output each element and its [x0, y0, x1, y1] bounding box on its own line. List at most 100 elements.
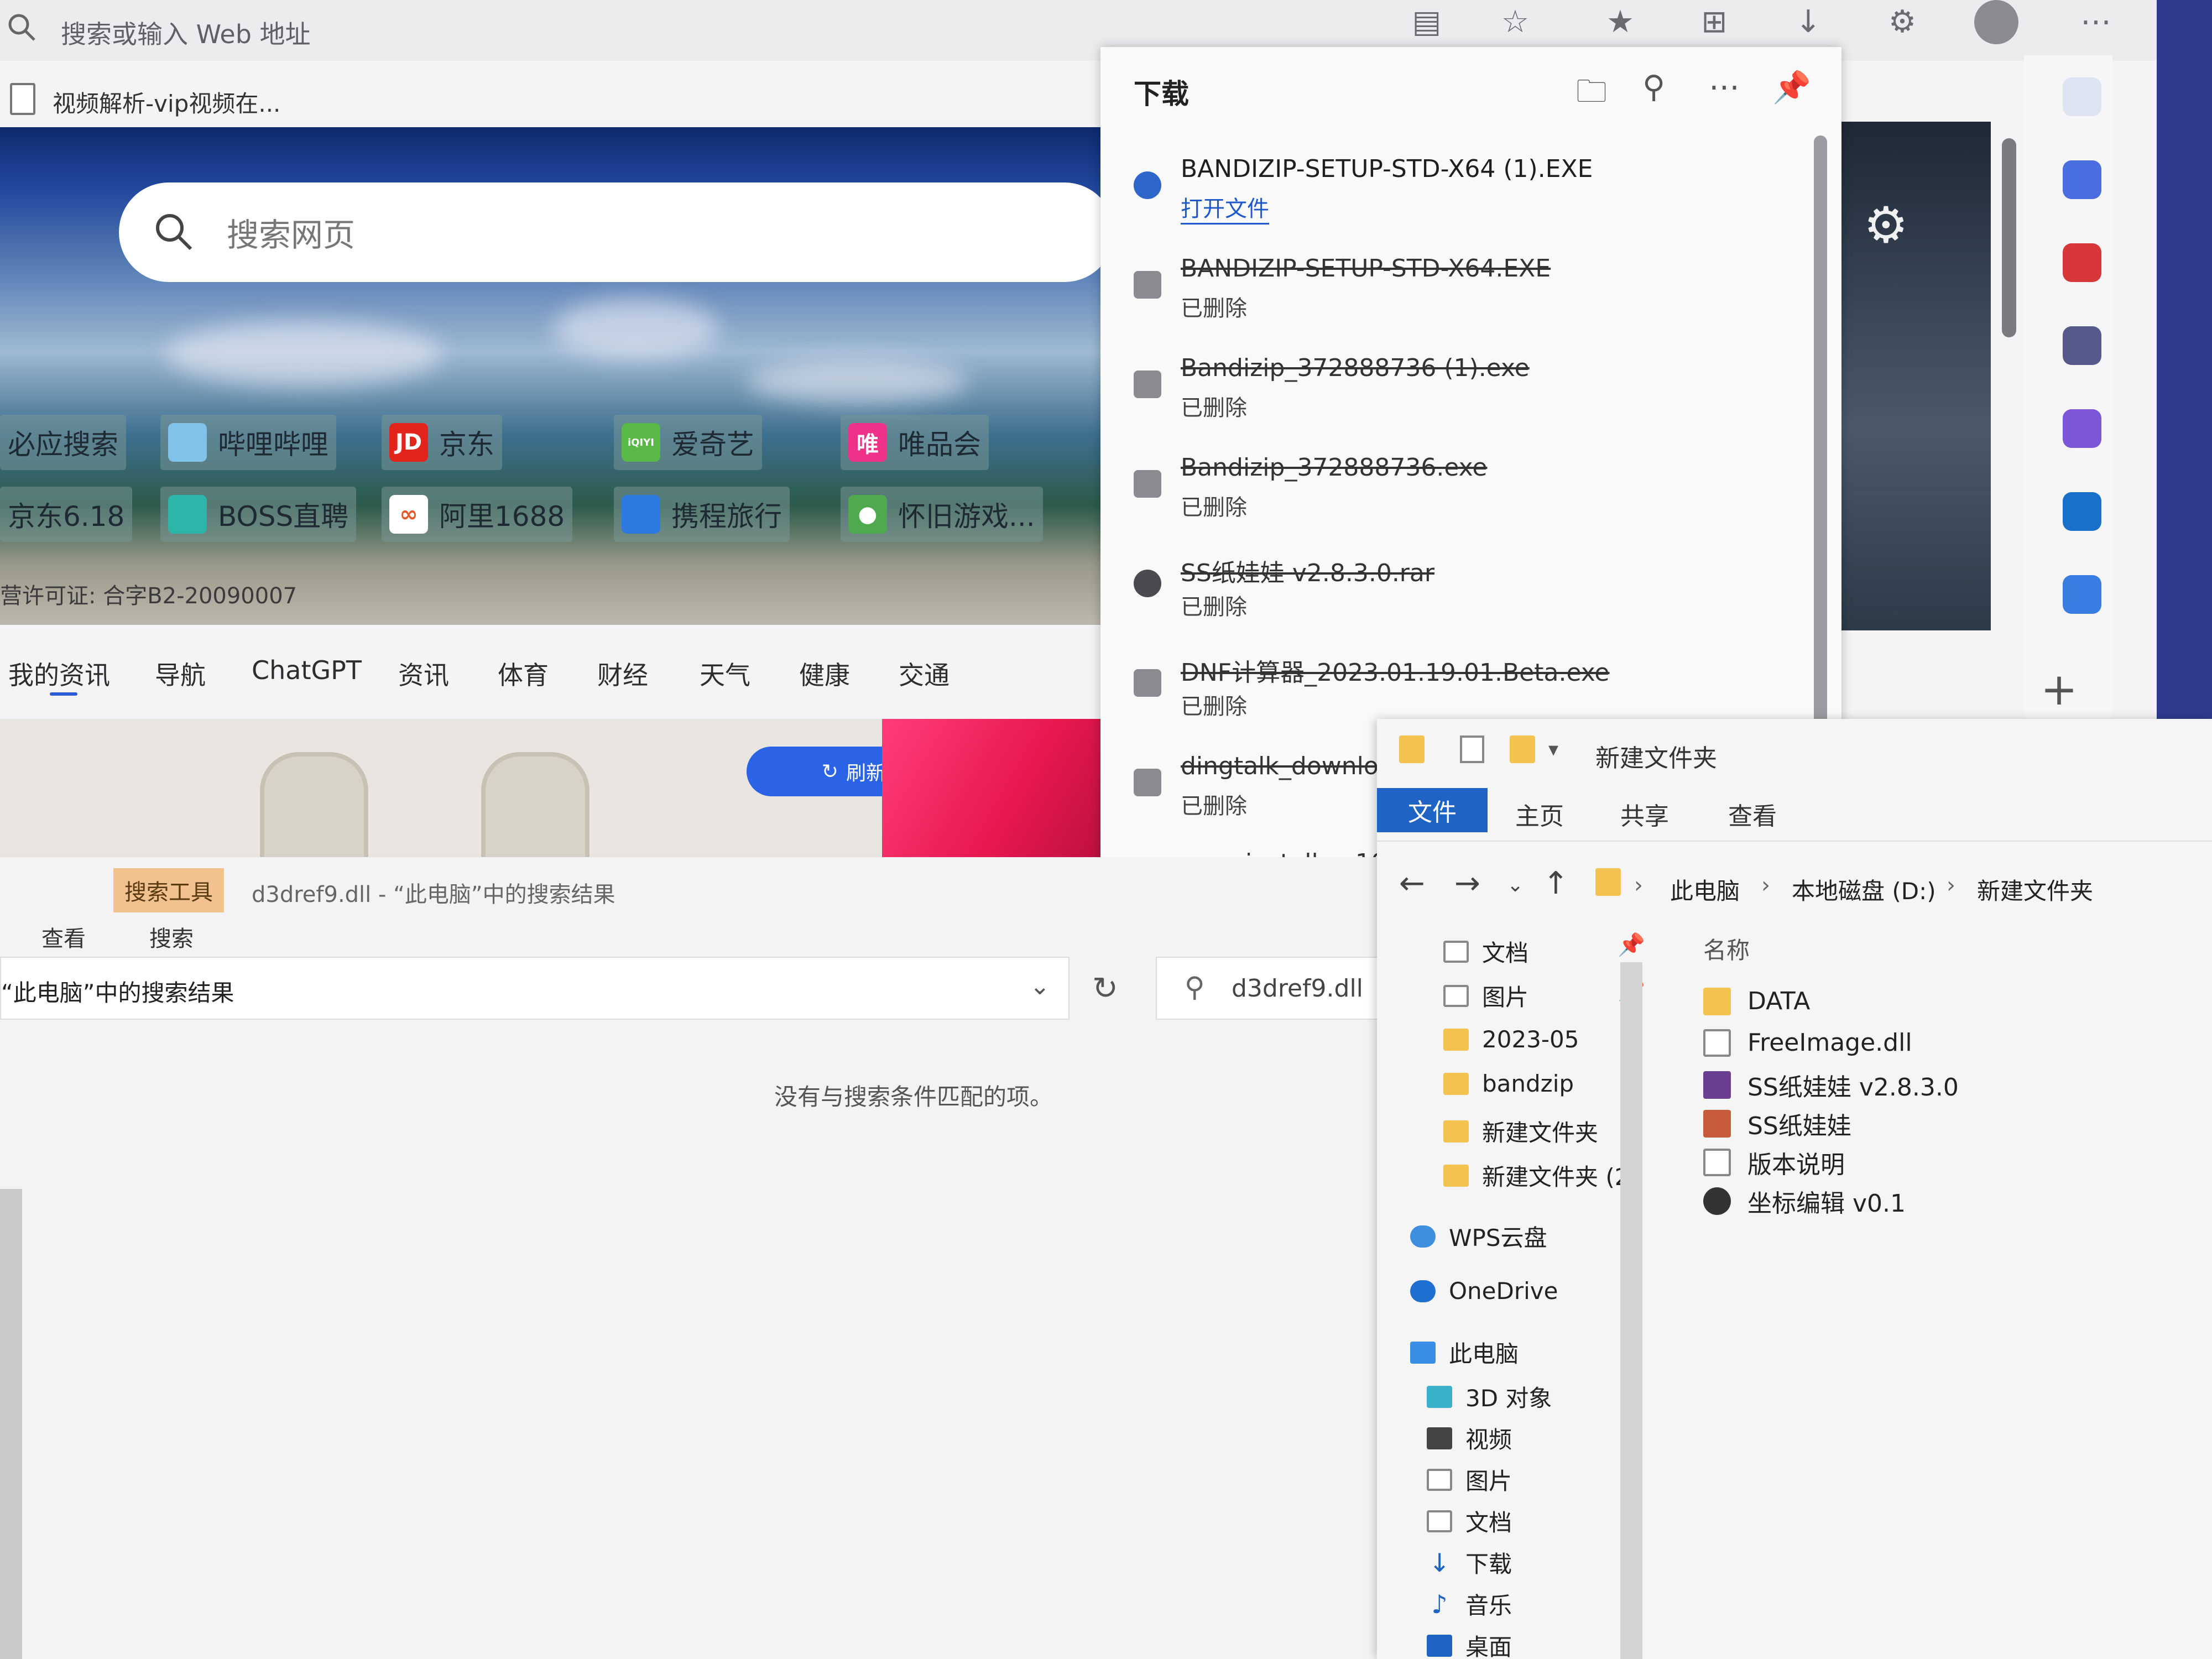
tab-view[interactable]: 查看 — [41, 921, 86, 953]
newtab-search-input[interactable]: 搜索网页 — [227, 209, 355, 255]
photographed-screen: 搜索或输入 Web 地址 ▤ ☆ ★ ⊞ ↓ ⚙ ⋯ 视频解析-vip视频在..… — [0, 0, 2212, 1659]
tree-item-new-folder[interactable]: 新建文件夹 — [1443, 1114, 1598, 1148]
back-arrow-icon[interactable]: ← — [1399, 865, 1425, 901]
download-item[interactable]: Bandizip_372888736.exe 已删除 — [1100, 442, 1819, 536]
feed-tab-traffic[interactable]: 交通 — [899, 655, 950, 692]
file-item-data[interactable]: DATA — [1703, 987, 1810, 1015]
recent-locations-icon[interactable]: ⌄ — [1507, 874, 1524, 896]
profile-avatar[interactable] — [1974, 0, 2018, 44]
quick-link-bilibili[interactable]: 哔哩哔哩 — [160, 415, 336, 470]
tree-item-pictures-pc[interactable]: 图片 — [1427, 1463, 1512, 1496]
download-item[interactable]: SS纸娃娃 v2.8.3.0.rar 已删除 — [1100, 542, 1819, 636]
downloads-scrollbar[interactable] — [1814, 135, 1827, 771]
file-item-ss-archive[interactable]: SS纸娃娃 v2.8.3.0 — [1703, 1067, 1959, 1103]
refresh-icon[interactable]: ↻ — [1092, 971, 1118, 1006]
tree-item-wps-cloud[interactable]: WPS云盘 — [1410, 1219, 1547, 1253]
breadcrumb-this-pc[interactable]: 此电脑 — [1670, 873, 1740, 906]
collections-icon[interactable]: ⊞ — [1692, 0, 1736, 44]
quick-link-jd618[interactable]: 京东6.18 — [0, 487, 133, 542]
reading-view-icon[interactable]: ▤ — [1405, 0, 1449, 44]
sidebar-games-icon[interactable] — [2063, 326, 2101, 365]
feed-tab-weather[interactable]: 天气 — [700, 655, 750, 692]
address-path[interactable]: “此电脑”中的搜索结果 ⌄ — [0, 957, 1070, 1020]
tree-item-documents-pc[interactable]: 文档 — [1427, 1504, 1512, 1538]
address-input[interactable]: 搜索或输入 Web 地址 — [61, 14, 311, 51]
open-file-link[interactable]: 打开文件 — [1181, 191, 1269, 225]
sidebar-tag-icon[interactable] — [2063, 160, 2101, 199]
more-options-icon[interactable]: ⋯ — [1709, 69, 1740, 105]
sidebar-outlook-icon[interactable] — [2063, 492, 2101, 531]
favorite-star-icon[interactable]: ☆ — [1493, 0, 1537, 44]
tree-item-music[interactable]: ♪ 音乐 — [1427, 1587, 1512, 1621]
search-tools-tab[interactable]: 搜索工具 — [113, 868, 224, 912]
tree-item-onedrive[interactable]: OneDrive — [1410, 1277, 1558, 1305]
breadcrumb-drive-d[interactable]: 本地磁盘 (D:) — [1792, 873, 1936, 906]
download-item[interactable]: BANDIZIP-SETUP-STD-X64 (1).EXE 打开文件 — [1100, 144, 1819, 238]
sidebar-office-icon[interactable] — [2063, 409, 2101, 448]
quick-link-retro-games[interactable]: ● 怀旧游戏... — [841, 487, 1043, 542]
tree-scrollbar[interactable] — [1620, 962, 1642, 1659]
file-item-readme[interactable]: 版本说明 — [1703, 1145, 1845, 1180]
search-icon[interactable]: ⚲ — [1642, 69, 1665, 105]
search-field[interactable]: ⚲ d3dref9.dll — [1156, 957, 1396, 1020]
tab-search[interactable]: 搜索 — [149, 921, 194, 953]
scrollbar[interactable] — [2002, 138, 2016, 337]
feed-tab-chatgpt[interactable]: ChatGPT — [252, 655, 362, 685]
download-icon[interactable]: ↓ — [1786, 0, 1830, 44]
tree-item-videos[interactable]: 视频 — [1427, 1421, 1512, 1455]
properties-icon[interactable] — [1460, 735, 1484, 763]
up-arrow-icon[interactable]: ↑ — [1543, 865, 1569, 901]
tree-item-pictures[interactable]: 图片 — [1443, 979, 1528, 1013]
tab-view[interactable]: 查看 — [1728, 796, 1777, 832]
breadcrumb-new-folder[interactable]: 新建文件夹 — [1977, 873, 2093, 906]
search-field-value[interactable]: d3dref9.dll — [1232, 974, 1363, 1003]
quick-link-bing[interactable]: 必应搜索 — [0, 415, 126, 470]
quick-link-jd[interactable]: JD 京东 — [382, 415, 502, 470]
tree-item-new-folder-2[interactable]: 新建文件夹 (2) — [1443, 1159, 1639, 1192]
open-folder-icon[interactable]: 🗀 — [1576, 69, 1607, 122]
pin-icon[interactable]: 📌 — [1618, 932, 1645, 958]
sidebar-add-icon[interactable]: + — [2041, 664, 2078, 715]
chevron-down-icon[interactable]: ⌄ — [1030, 972, 1050, 1000]
tree-item-this-pc[interactable]: 此电脑 — [1410, 1335, 1519, 1369]
new-folder-icon[interactable] — [1510, 735, 1535, 763]
quick-link-boss[interactable]: BOSS直聘 — [160, 487, 357, 542]
file-item-freeimage[interactable]: FreeImage.dll — [1703, 1029, 1912, 1057]
file-item-ss-exe[interactable]: SS纸娃娃 — [1703, 1106, 1851, 1141]
sidebar-search-icon[interactable] — [2063, 77, 2101, 116]
quick-link-1688[interactable]: ∞ 阿里1688 — [382, 487, 573, 542]
customize-toolbar-icon[interactable]: ▾ — [1548, 738, 1558, 761]
feed-tab-mine[interactable]: 我的资讯 — [8, 655, 110, 692]
tree-item-2023-05[interactable]: 2023-05 — [1443, 1026, 1579, 1053]
file-item-coord-editor[interactable]: 坐标编辑 v0.1 — [1703, 1183, 1906, 1219]
feed-tab-sports[interactable]: 体育 — [498, 655, 549, 692]
download-item[interactable]: BANDIZIP-SETUP-STD-X64.EXE 已删除 — [1100, 243, 1819, 337]
feed-tab-finance[interactable]: 财经 — [597, 655, 648, 692]
favorites-list-icon[interactable]: ★ — [1598, 0, 1642, 44]
sidebar-telegram-icon[interactable] — [2063, 575, 2101, 614]
newtab-search-box[interactable]: 搜索网页 — [119, 182, 1106, 282]
tab-home[interactable]: 主页 — [1515, 796, 1564, 832]
feed-tab-health[interactable]: 健康 — [799, 655, 850, 692]
feed-tab-nav[interactable]: 导航 — [155, 655, 206, 692]
sidebar-toolbox-icon[interactable] — [2063, 243, 2101, 282]
browser-tab[interactable]: 视频解析-vip视频在... — [0, 72, 1106, 122]
tree-item-bandzip[interactable]: bandzip — [1443, 1070, 1574, 1097]
quick-link-vip[interactable]: 唯 唯品会 — [841, 415, 989, 470]
settings-gear-icon[interactable]: ⚙ — [1864, 196, 1908, 254]
tree-item-3d-objects[interactable]: 3D 对象 — [1427, 1380, 1552, 1413]
more-menu-icon[interactable]: ⋯ — [2074, 0, 2118, 44]
download-item[interactable]: Bandizip_372888736 (1).exe 已删除 — [1100, 343, 1819, 437]
quick-link-iqiyi[interactable]: iQIYI 爱奇艺 — [614, 415, 762, 470]
tab-file[interactable]: 文件 — [1377, 788, 1488, 832]
column-header-name[interactable]: 名称 — [1703, 932, 1750, 966]
tab-share[interactable]: 共享 — [1620, 796, 1669, 832]
quick-link-ctrip[interactable]: 携程旅行 — [614, 487, 790, 542]
forward-arrow-icon[interactable]: → — [1454, 865, 1480, 901]
tree-item-desktop[interactable]: 桌面 — [1427, 1629, 1512, 1659]
pin-icon[interactable]: 📌 — [1772, 69, 1811, 106]
tree-item-documents[interactable]: 文档 — [1443, 935, 1528, 968]
tree-item-downloads[interactable]: ↓ 下载 — [1427, 1546, 1512, 1579]
feed-tab-news[interactable]: 资讯 — [398, 655, 449, 692]
extensions-icon[interactable]: ⚙ — [1880, 0, 1924, 44]
